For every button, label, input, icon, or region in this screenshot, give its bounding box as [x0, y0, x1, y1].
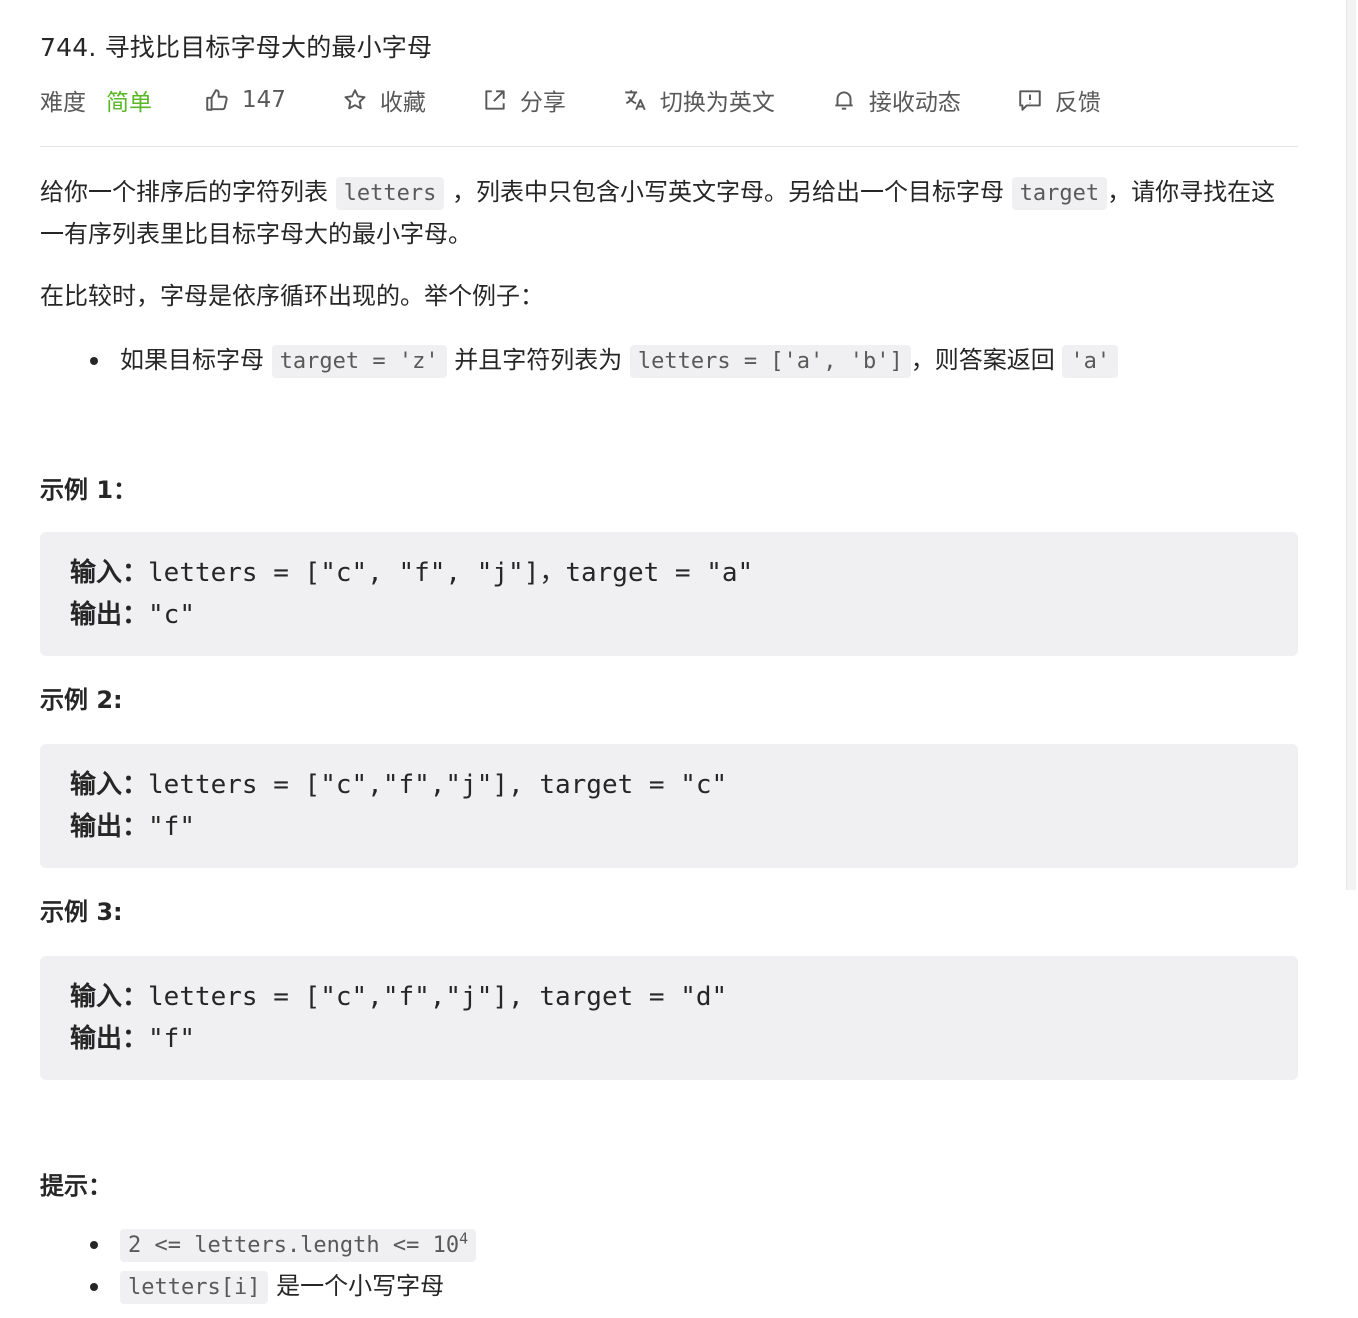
switch-language-label: 切换为英文 — [659, 90, 775, 116]
example-code-block: 输入：letters = ["c","f","j"], target = "c"… — [40, 744, 1298, 868]
inline-code: target — [1011, 177, 1108, 210]
share-label: 分享 — [519, 90, 566, 116]
difficulty-value: 简单 — [106, 90, 152, 116]
problem-description: 给你一个排序后的字符列表 letters ，列表中只包含小写英文字母。另给出一个… — [40, 170, 1298, 1308]
hint-code-text: 2 <= letters.length <= 10 — [128, 1233, 460, 1258]
bullet-text: ，则答案返回 — [910, 346, 1063, 374]
hint-exponent: 4 — [459, 1229, 469, 1248]
example-title: 示例 3: — [40, 898, 123, 926]
feedback-button[interactable]: 反馈 — [1017, 83, 1101, 117]
input-label: 输入： — [70, 982, 149, 1012]
output-label: 输出： — [70, 1024, 149, 1054]
bullet-text: 并且字符列表为 — [446, 346, 630, 374]
inline-code: letters = ['a', 'b'] — [629, 345, 911, 378]
divider — [40, 146, 1298, 147]
inline-code: letters[i] — [120, 1271, 269, 1304]
example-code-block: 输入：letters = ["c", "f", "j"]，target = "a… — [40, 532, 1298, 656]
hints-section: 提示： 2 <= letters.length <= 104 letters[i… — [40, 1166, 1298, 1308]
feedback-icon — [1019, 90, 1041, 111]
output-label: 输出： — [70, 812, 149, 842]
inline-code: 'a' — [1062, 345, 1119, 378]
thumbs-up-icon — [206, 89, 228, 111]
difficulty-label: 难度 — [40, 90, 86, 116]
example-output: "f" — [148, 1024, 195, 1054]
input-label: 输入： — [70, 770, 149, 800]
scrollbar[interactable] — [1346, 0, 1356, 890]
problem-page: 744. 寻找比目标字母大的最小字母 难度 简单 147 收藏 分享 切换为英文… — [0, 0, 1358, 1318]
inline-code: target = 'z' — [271, 345, 447, 378]
example-2: 示例 2: 输入：letters = ["c","f","j"], target… — [40, 680, 1298, 868]
subscribe-button[interactable]: 接收动态 — [831, 83, 961, 117]
output-label: 输出： — [70, 600, 149, 630]
description-text: ，列表中只包含小写英文字母。另给出一个目标字母 — [444, 178, 1012, 206]
hints-title: 提示： — [40, 1172, 112, 1200]
list-item: 2 <= letters.length <= 104 — [40, 1224, 1298, 1266]
problem-meta-bar: 难度 简单 147 收藏 分享 切换为英文 接收动态 反馈 — [40, 82, 1157, 118]
bullet-text: 如果目标字母 — [120, 346, 272, 374]
feedback-label: 反馈 — [1054, 90, 1101, 116]
example-title: 示例 1： — [40, 476, 138, 504]
favorite-button[interactable]: 收藏 — [342, 83, 426, 117]
example-input: letters = ["c", "f", "j"]，target = "a" — [148, 558, 754, 588]
description-paragraph: 在比较时，字母是依序循环出现的。举个例子： — [40, 282, 544, 310]
example-output: "c" — [148, 600, 195, 630]
example-bullet-list: 如果目标字母 target = 'z' 并且字符列表为 letters = ['… — [40, 340, 1298, 382]
inline-code: letters — [335, 177, 445, 210]
example-input: letters = ["c","f","j"], target = "c" — [148, 770, 728, 800]
example-output: "f" — [148, 812, 195, 842]
description-text: 给你一个排序后的字符列表 — [40, 178, 336, 206]
example-1: 示例 1： 输入：letters = ["c", "f", "j"]，targe… — [40, 470, 1298, 656]
inline-code: 2 <= letters.length <= 104 — [120, 1229, 477, 1262]
hints-list: 2 <= letters.length <= 104 letters[i] 是一… — [40, 1224, 1298, 1308]
example-code-block: 输入：letters = ["c","f","j"], target = "d"… — [40, 956, 1298, 1080]
like-button[interactable]: 147 — [204, 87, 286, 113]
translate-icon — [625, 90, 646, 111]
example-input: letters = ["c","f","j"], target = "d" — [148, 982, 728, 1012]
share-icon — [485, 90, 505, 110]
star-icon — [344, 89, 366, 110]
list-item: letters[i] 是一个小写字母 — [40, 1266, 1298, 1308]
example-title: 示例 2: — [40, 686, 123, 714]
list-item: 如果目标字母 target = 'z' 并且字符列表为 letters = ['… — [40, 340, 1298, 382]
bell-icon — [835, 91, 853, 110]
switch-language-button[interactable]: 切换为英文 — [622, 83, 775, 117]
example-3: 示例 3: 输入：letters = ["c","f","j"], target… — [40, 892, 1298, 1080]
description-paragraph: 给你一个排序后的字符列表 letters ，列表中只包含小写英文字母。另给出一个… — [40, 172, 1298, 254]
share-button[interactable]: 分享 — [482, 83, 566, 117]
favorite-label: 收藏 — [379, 90, 426, 116]
like-count: 147 — [242, 87, 286, 113]
hint-text: 是一个小写字母 — [268, 1272, 445, 1300]
problem-title: 744. 寻找比目标字母大的最小字母 — [40, 33, 433, 62]
input-label: 输入： — [70, 558, 149, 588]
subscribe-label: 接收动态 — [868, 90, 961, 116]
